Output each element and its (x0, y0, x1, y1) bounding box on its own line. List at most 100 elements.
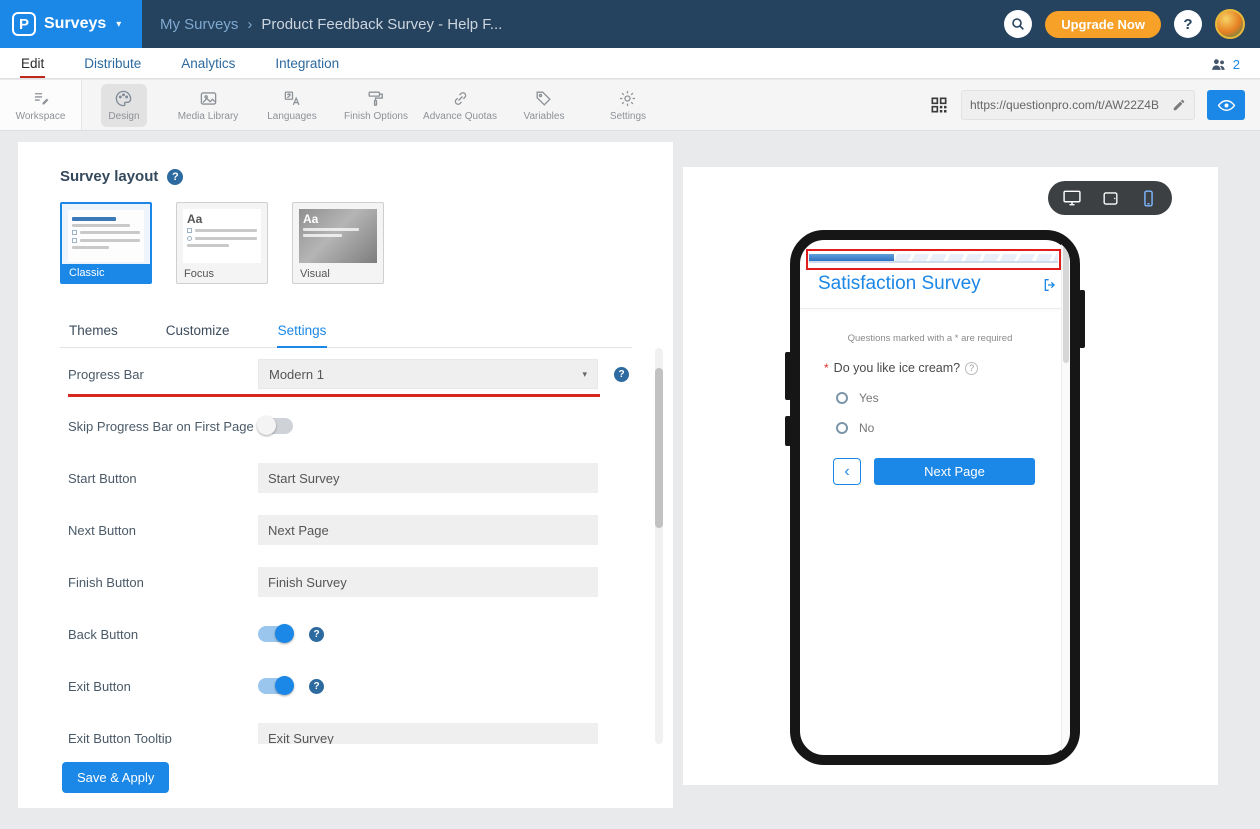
exit-tooltip-input[interactable] (258, 723, 598, 744)
survey-url-text: https://questionpro.com/t/AW22Z4B (970, 98, 1166, 112)
finish-button-input[interactable] (258, 567, 598, 597)
toolbar-item-finish-options[interactable]: Finish Options (334, 80, 418, 130)
preview-next-page-button[interactable]: Next Page (874, 458, 1035, 485)
breadcrumb: My Surveys › Product Feedback Survey - H… (160, 16, 502, 33)
product-menu[interactable]: P Surveys ▾ (0, 0, 142, 48)
survey-layout-help-icon[interactable]: ? (167, 169, 183, 185)
tab-distribute[interactable]: Distribute (83, 50, 142, 78)
required-asterisk: * (824, 361, 829, 375)
question-text: Do you like ice cream? (834, 361, 960, 375)
toolbar-item-languages[interactable]: Languages (250, 80, 334, 130)
survey-title: Satisfaction Survey (818, 273, 981, 295)
layout-card-label: Classic (62, 264, 150, 282)
preview-back-button[interactable]: ‹ (833, 458, 861, 485)
survey-layout-header: Survey layout ? (60, 168, 183, 185)
radio-icon[interactable] (836, 392, 848, 404)
chevron-down-icon: ▾ (116, 19, 121, 30)
preview-button[interactable] (1207, 90, 1245, 120)
next-button-input[interactable] (258, 515, 598, 545)
scroll-down-arrow-icon[interactable]: ▾ (1062, 745, 1070, 753)
radio-icon[interactable] (836, 422, 848, 434)
toolbar-item-settings[interactable]: Settings (586, 80, 670, 130)
editor-toolbar: Workspace Design Media Library Languages (0, 80, 1260, 131)
settings-form: Progress Bar Modern 1 ▾ ? Skip Progress … (18, 348, 658, 744)
layout-card-classic[interactable]: Classic (60, 202, 152, 284)
survey-url-field[interactable]: https://questionpro.com/t/AW22Z4B (961, 90, 1195, 120)
layout-card-label: Focus (177, 265, 267, 283)
people-icon (1210, 56, 1227, 73)
panel-scrollbar[interactable] (655, 348, 663, 744)
option-no[interactable]: No (836, 421, 874, 435)
save-apply-button[interactable]: Save & Apply (62, 762, 169, 793)
field-label: Finish Button (68, 575, 258, 590)
progress-bar-help-icon[interactable]: ? (614, 367, 629, 382)
toolbar-item-media-library[interactable]: Media Library (166, 80, 250, 130)
tab-customize[interactable]: Customize (165, 314, 231, 347)
collaborators-indicator[interactable]: 2 (1210, 56, 1240, 78)
toolbar-item-advance-quotas[interactable]: Advance Quotas (418, 80, 502, 130)
toolbar-item-workspace[interactable]: Workspace (0, 80, 82, 130)
help-button[interactable]: ? (1174, 10, 1202, 38)
phone-scrollbar[interactable]: ▾ (1061, 240, 1070, 755)
search-icon (1010, 16, 1026, 32)
toolbar-label: Settings (610, 111, 646, 122)
classic-thumbnail (68, 210, 144, 262)
progress-bar-select[interactable]: Modern 1 ▾ (258, 359, 598, 389)
tab-settings[interactable]: Settings (277, 314, 328, 348)
breadcrumb-my-surveys[interactable]: My Surveys (160, 16, 238, 33)
toolbar-label: Variables (524, 111, 565, 122)
product-menu-label: Surveys (44, 15, 106, 33)
mobile-preview-button[interactable] (1134, 183, 1164, 213)
layout-card-label: Visual (293, 265, 383, 283)
focus-thumbnail: Aa (183, 209, 261, 263)
media-library-icon (199, 89, 218, 108)
tab-edit[interactable]: Edit (20, 50, 45, 78)
toolbar-label: Languages (267, 111, 317, 122)
upgrade-now-button[interactable]: Upgrade Now (1045, 11, 1161, 38)
tab-integration[interactable]: Integration (274, 50, 340, 78)
field-label: Start Button (68, 471, 258, 486)
search-button[interactable] (1004, 10, 1032, 38)
back-button-help-icon[interactable]: ? (309, 627, 324, 642)
phone-scrollbar-thumb[interactable] (1063, 243, 1069, 363)
top-bar: P Surveys ▾ My Surveys › Product Feedbac… (0, 0, 1260, 48)
desktop-preview-button[interactable] (1057, 183, 1087, 213)
layout-card-visual[interactable]: Aa Visual (292, 202, 384, 284)
exit-button-toggle[interactable] (258, 678, 293, 694)
skip-progress-toggle[interactable] (258, 418, 293, 434)
nav-tabs: Edit Distribute Analytics Integration (20, 48, 340, 78)
mobile-icon (1139, 189, 1158, 208)
header-divider (800, 308, 1070, 309)
phone-screen: Satisfaction Survey Questions marked wit… (800, 240, 1070, 755)
progress-bar-fill (809, 254, 894, 261)
gear-icon (618, 89, 637, 108)
toolbar-item-design[interactable]: Design (82, 80, 166, 130)
back-button-toggle[interactable] (258, 626, 293, 642)
tablet-preview-button[interactable] (1095, 183, 1125, 213)
survey-progress-bar (809, 254, 1058, 264)
panel-scrollbar-thumb[interactable] (655, 368, 663, 528)
question-row: * Do you like ice cream? ? (824, 361, 978, 375)
link-icon (451, 89, 470, 108)
tag-icon (534, 89, 553, 108)
tab-themes[interactable]: Themes (68, 314, 119, 347)
start-button-row: Start Button (18, 452, 658, 504)
layout-card-focus[interactable]: Aa Focus (176, 202, 268, 284)
exit-survey-icon[interactable] (1042, 277, 1058, 293)
option-label: Yes (859, 391, 879, 405)
edit-pencil-icon[interactable] (1172, 98, 1186, 112)
option-yes[interactable]: Yes (836, 391, 879, 405)
questionpro-logo: P (12, 12, 36, 36)
start-button-input[interactable] (258, 463, 598, 493)
finish-options-icon (366, 89, 385, 108)
tab-analytics[interactable]: Analytics (180, 50, 236, 78)
qr-code-icon[interactable] (929, 95, 949, 115)
annotation-underline (68, 394, 600, 397)
eye-icon (1217, 96, 1236, 115)
exit-button-help-icon[interactable]: ? (309, 679, 324, 694)
field-label: Skip Progress Bar on First Page (68, 419, 258, 434)
skip-progress-row: Skip Progress Bar on First Page (18, 400, 658, 452)
user-avatar[interactable] (1215, 9, 1245, 39)
question-help-icon[interactable]: ? (965, 362, 978, 375)
toolbar-item-variables[interactable]: Variables (502, 80, 586, 130)
